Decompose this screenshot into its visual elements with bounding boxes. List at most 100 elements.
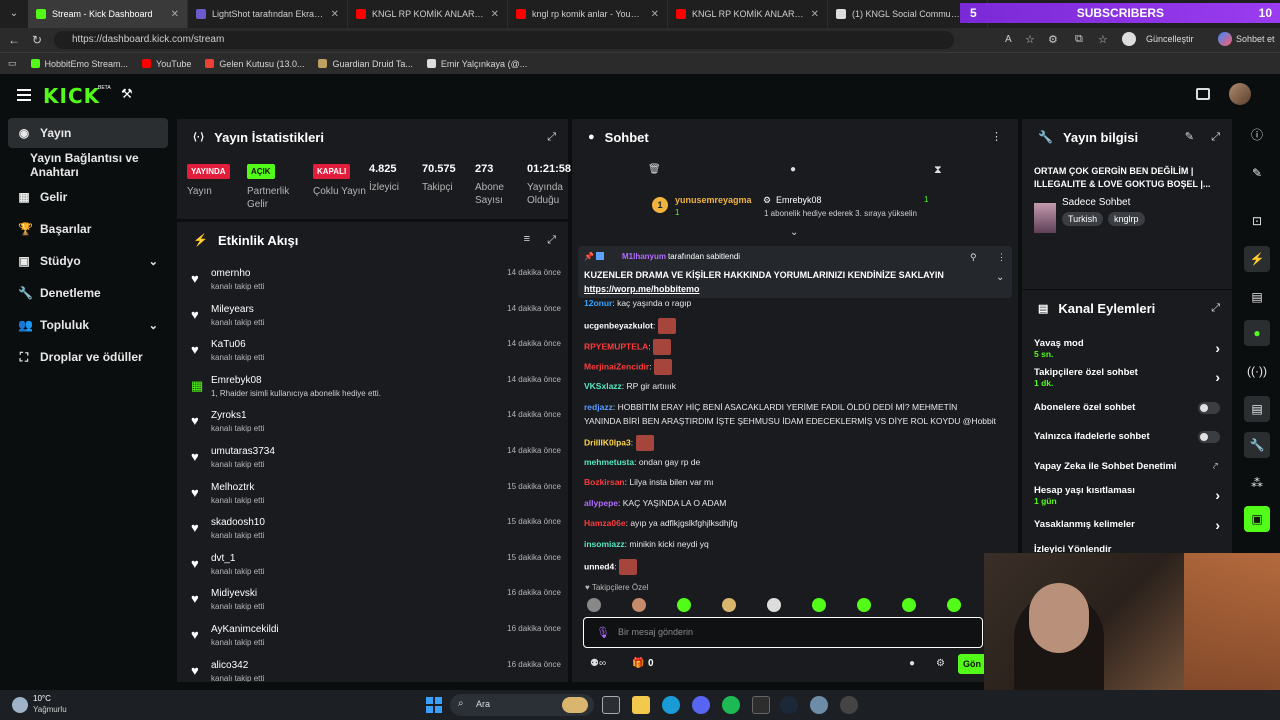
steam-icon[interactable] xyxy=(780,696,798,714)
stream-info-expand-icon[interactable]: ⤢ xyxy=(1211,131,1220,144)
edge-icon[interactable] xyxy=(662,696,680,714)
filter-icon[interactable]: ≡ xyxy=(524,233,530,245)
tab-close-icon[interactable]: ✕ xyxy=(491,9,499,20)
collapse-icon[interactable]: ⌄ xyxy=(790,227,798,238)
kick-logo[interactable]: KICK xyxy=(43,84,100,108)
chat-username[interactable]: RPYEMUPTELA xyxy=(584,341,648,351)
spotify-icon[interactable] xyxy=(722,696,740,714)
hammer-icon[interactable]: ⚒ xyxy=(121,86,133,102)
chat-rail-icon[interactable]: ● xyxy=(1244,320,1270,346)
pinned-expand-icon[interactable]: ⌄ xyxy=(996,272,1004,283)
points-icon[interactable]: ⚉∞ xyxy=(590,658,606,669)
tag-turkish[interactable]: Turkish xyxy=(1062,212,1104,226)
chevron-down-icon[interactable]: ⌄ xyxy=(149,319,158,332)
bookmark-item[interactable]: Emir Yalçınkaya (@... xyxy=(426,59,527,69)
panels-rail-icon[interactable]: ▤ xyxy=(1244,396,1270,422)
external-link-icon[interactable]: ⤤ xyxy=(1213,461,1218,472)
discord-icon[interactable] xyxy=(692,696,710,714)
chat-username[interactable]: MerjinaiZencidir xyxy=(584,361,649,371)
channel-action[interactable]: Yavaş mod 5 sn. › xyxy=(1034,338,1220,364)
nav-item[interactable]: ⛶ Droplar ve ödüller xyxy=(8,342,168,372)
broadcast-rail-icon[interactable]: ((·)) xyxy=(1244,358,1270,384)
nav-item[interactable]: Yayın Bağlantısı ve Anahtarı xyxy=(8,150,168,180)
info-icon[interactable]: ⓘ xyxy=(1244,122,1270,148)
nav-item[interactable]: 🏆 Başarılar xyxy=(8,214,168,244)
pen-icon[interactable]: ✎ xyxy=(1244,160,1270,186)
nav-item[interactable]: ▦ Gelir xyxy=(8,182,168,212)
browser-tab[interactable]: KNGL RP KOMİK ANLAR PART #2 ✕ xyxy=(668,0,828,28)
tab-menu-icon[interactable]: ⌄ xyxy=(0,0,28,28)
emoji-picker-icon[interactable]: ● xyxy=(909,658,915,669)
bookmark-item[interactable]: Gelen Kutusu (13.0... xyxy=(205,59,304,69)
pinned-link[interactable]: https://worp.me/hobbitemo xyxy=(584,284,700,294)
bookmark-item[interactable]: Guardian Druid Ta... xyxy=(318,59,413,69)
quick-emote-icon[interactable] xyxy=(812,598,826,612)
wrench-rail-icon[interactable]: 🔧 xyxy=(1244,432,1270,458)
quick-emote-icon[interactable] xyxy=(767,598,781,612)
settings-app-icon[interactable] xyxy=(810,696,828,714)
activity-user[interactable]: Melhoztrk xyxy=(211,482,254,493)
read-aloud-icon[interactable]: A xyxy=(1005,34,1012,45)
chat-username[interactable]: insomiazz xyxy=(584,539,625,549)
browser-tab[interactable]: kngl rp komik anlar - YouTube ✕ xyxy=(508,0,668,28)
file-explorer-icon[interactable] xyxy=(632,696,650,714)
bolt-icon[interactable]: ⚡ xyxy=(1244,246,1270,272)
quick-emote-icon[interactable] xyxy=(632,598,646,612)
obs-icon[interactable] xyxy=(840,696,858,714)
activity-user[interactable]: KaTu06 xyxy=(211,339,246,350)
activity-user[interactable]: Zyroks1 xyxy=(211,410,247,421)
chat-username[interactable]: 12onur xyxy=(584,298,612,308)
category-name[interactable]: Sadece Sohbet xyxy=(1062,197,1130,208)
hourglass-icon[interactable]: ⧗ xyxy=(934,164,942,177)
user-avatar[interactable] xyxy=(1229,83,1251,105)
back-icon[interactable]: ← xyxy=(8,33,20,47)
mic-icon[interactable]: 🎙 xyxy=(596,626,610,639)
hamburger-icon[interactable] xyxy=(17,89,31,101)
send-button[interactable]: Gön xyxy=(958,654,984,674)
edit-icon[interactable]: ✎ xyxy=(1185,130,1194,143)
mod-view-icon[interactable]: ▣ xyxy=(1244,506,1270,532)
channel-action[interactable]: Yalnızca ifadelerle sohbet xyxy=(1034,431,1220,445)
tab-close-icon[interactable]: ✕ xyxy=(811,9,819,20)
toggle-switch[interactable] xyxy=(1198,402,1220,414)
chat-username[interactable]: Hamza06e xyxy=(584,518,626,528)
activity-user[interactable]: umutaras3734 xyxy=(211,446,275,457)
chat-username[interactable]: redjazz xyxy=(584,402,613,412)
activity-user[interactable]: skadoosh10 xyxy=(211,517,265,528)
channel-actions-expand-icon[interactable]: ⤢ xyxy=(1211,302,1220,315)
weather-icon[interactable] xyxy=(12,697,28,713)
quick-emote-icon[interactable] xyxy=(587,598,601,612)
screen-icon[interactable]: ⊡ xyxy=(1244,208,1270,234)
activity-user[interactable]: Emrebyk08 xyxy=(211,375,262,386)
activity-expand-icon[interactable]: ⤢ xyxy=(547,234,556,247)
layout-icon[interactable] xyxy=(1196,88,1210,100)
channel-action[interactable]: Yasaklanmış kelimeler › xyxy=(1034,517,1220,533)
capture-icon[interactable] xyxy=(752,696,770,714)
browser-tab[interactable]: Stream - Kick Dashboard ✕ xyxy=(28,0,188,28)
channel-action[interactable]: Abonelere özel sohbet xyxy=(1034,402,1220,416)
quick-emote-icon[interactable] xyxy=(947,598,961,612)
quick-emote-icon[interactable] xyxy=(857,598,871,612)
split-icon[interactable]: ⧉ xyxy=(1075,33,1083,46)
collections-icon[interactable]: ☆ xyxy=(1098,33,1108,46)
chat-input[interactable]: 🎙 Bir mesaj gönderin xyxy=(583,617,983,648)
activity-user[interactable]: AyKanimcekildi xyxy=(211,624,279,635)
channel-action[interactable]: Hesap yaşı kısıtlaması 1 gün › xyxy=(1034,485,1220,511)
task-view-icon[interactable] xyxy=(602,696,620,714)
tag-knglrp[interactable]: knglrp xyxy=(1108,212,1145,226)
chat-username[interactable]: DrillIK0lpa3 xyxy=(584,437,631,447)
browser-tab[interactable]: LightShot tarafından Ekran Görün ✕ xyxy=(188,0,348,28)
favorite-icon[interactable]: ☆ xyxy=(1025,33,1035,46)
chat-username[interactable]: mehmetusta xyxy=(584,457,634,467)
url-field[interactable]: https://dashboard.kick.com/stream xyxy=(54,31,954,49)
reading-list-icon[interactable]: ▭ xyxy=(8,58,17,69)
chevron-right-icon[interactable]: › xyxy=(1215,487,1220,503)
chevron-right-icon[interactable]: › xyxy=(1215,517,1220,533)
activity-user[interactable]: alico342 xyxy=(211,660,248,671)
trash-icon[interactable]: 🗑 xyxy=(648,164,661,175)
chevron-down-icon[interactable]: ⌄ xyxy=(149,255,158,268)
community-rail-icon[interactable]: ⁂ xyxy=(1244,470,1270,496)
bookmark-item[interactable]: YouTube xyxy=(142,59,191,69)
tab-close-icon[interactable]: ✕ xyxy=(651,9,659,20)
browser-tab[interactable]: KNGL RP KOMİK ANLAR #13 - You ✕ xyxy=(348,0,508,28)
